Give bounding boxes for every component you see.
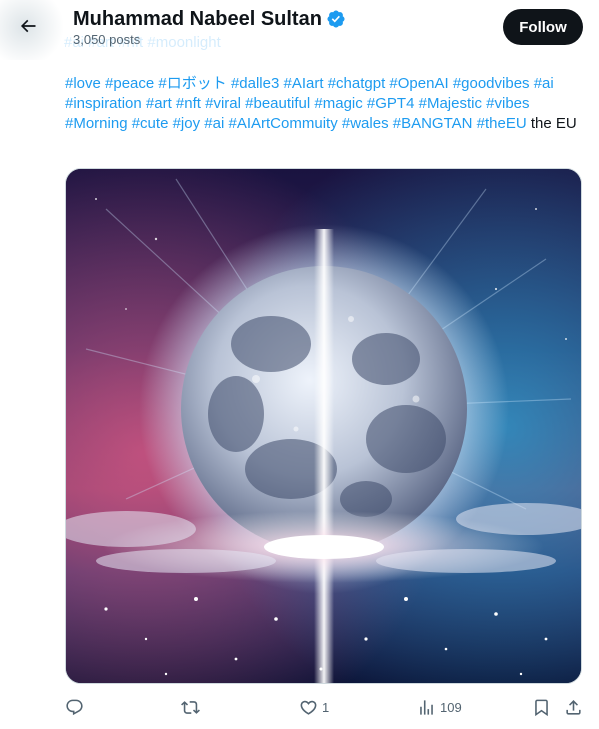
hashtag-link[interactable]: #vibes [486,95,529,112]
hashtag-list: #love #peace #ロボット #dalle3 #AIart #chatg… [65,75,554,132]
like-button[interactable]: 1 [299,694,329,720]
back-button[interactable] [10,8,46,44]
tweet-media-image[interactable] [65,168,582,684]
profile-title-row: Muhammad Nabeel Sultan [73,6,346,32]
hashtag-link[interactable]: #magic [314,95,362,112]
hashtag-link[interactable]: #dalle3 [231,75,279,92]
profile-title-block: Muhammad Nabeel Sultan 3,050 posts [73,6,346,48]
hashtag-link[interactable]: #wales [342,115,389,132]
repost-icon [181,700,200,714]
posts-count: 3,050 posts [73,32,141,47]
tweet-detail-page: #ai #art #nft #moonlight Muhammad Nabeel… [0,0,599,729]
like-count: 1 [322,699,330,715]
hashtag-link[interactable]: #OpenAI [389,75,448,92]
hashtag-link[interactable]: #inspiration [65,95,142,112]
views-button[interactable]: 109 [417,694,462,720]
hashtag-link[interactable]: #beautiful [245,95,310,112]
hashtag-link[interactable]: #viral [205,95,241,112]
hashtag-link[interactable]: #goodvibes [453,75,530,92]
hashtag-link[interactable]: #Majestic [419,95,482,112]
reply-icon [66,699,83,715]
hashtag-link[interactable]: #AIart [284,75,324,92]
hashtag-link[interactable]: #nft [176,95,201,112]
hashtag-link[interactable]: #AIArtCommuity [229,115,338,132]
profile-name[interactable]: Muhammad Nabeel Sultan [73,6,322,32]
profile-header: Muhammad Nabeel Sultan 3,050 posts Follo… [0,0,599,56]
follow-button[interactable]: Follow [503,9,583,45]
hashtag-link[interactable]: #ai [204,115,224,132]
bookmark-button[interactable] [532,694,551,720]
hashtag-link[interactable]: #peace [105,75,154,92]
hashtag-link[interactable]: #love [65,75,101,92]
hashtag-link[interactable]: #Morning [65,115,128,132]
tweet-trailing-text: the EU [526,115,577,132]
hashtag-link[interactable]: #ai [534,75,554,92]
share-button[interactable] [564,694,583,720]
hashtag-link[interactable]: #joy [173,115,201,132]
hashtag-link[interactable]: #GPT4 [367,95,415,112]
tweet-action-bar: 1 109 [0,694,599,720]
heart-icon [300,700,317,715]
hashtag-link[interactable]: #cute [132,115,169,132]
hashtag-link[interactable]: #ロボット [158,75,226,92]
bookmark-icon [535,699,548,716]
hashtag-link[interactable]: #art [146,95,172,112]
share-icon [566,699,581,715]
hashtag-link[interactable]: #chatgpt [328,75,386,92]
hashtag-link[interactable]: #theEU [477,115,527,132]
repost-button[interactable] [181,694,204,720]
tweet-text: #love #peace #ロボット #dalle3 #AIart #chatg… [65,74,585,134]
reply-button[interactable] [65,694,88,720]
views-count: 109 [440,699,462,715]
views-chart-icon [420,699,433,715]
verified-badge-icon[interactable] [326,9,346,29]
moon-art-image [66,169,581,683]
arrow-left-icon [20,19,36,33]
hashtag-link[interactable]: #BANGTAN [393,115,473,132]
